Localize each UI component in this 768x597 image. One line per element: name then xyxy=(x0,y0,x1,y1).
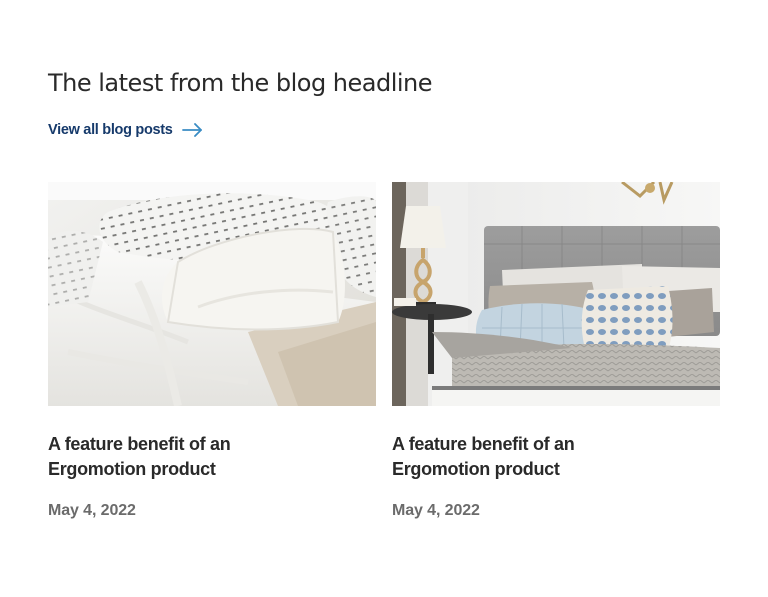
blog-post-card[interactable]: A feature benefit of an Ergomotion produ… xyxy=(392,182,720,519)
section-headline: The latest from the blog headline xyxy=(48,69,433,97)
blog-post-card[interactable]: A feature benefit of an Ergomotion produ… xyxy=(48,182,376,519)
gray-bed-with-blue-pillows-photo[interactable] xyxy=(392,182,720,406)
card-date: May 4, 2022 xyxy=(48,502,136,519)
arrow-right-icon xyxy=(181,119,205,141)
card-date: May 4, 2022 xyxy=(392,502,480,519)
card-title[interactable]: A feature benefit of an Ergomotion produ… xyxy=(392,432,622,482)
view-all-blog-posts-link[interactable]: View all blog posts xyxy=(48,119,205,141)
view-all-label: View all blog posts xyxy=(48,122,173,138)
white-bedding-pillows-photo[interactable] xyxy=(48,182,376,406)
card-title[interactable]: A feature benefit of an Ergomotion produ… xyxy=(48,432,278,482)
